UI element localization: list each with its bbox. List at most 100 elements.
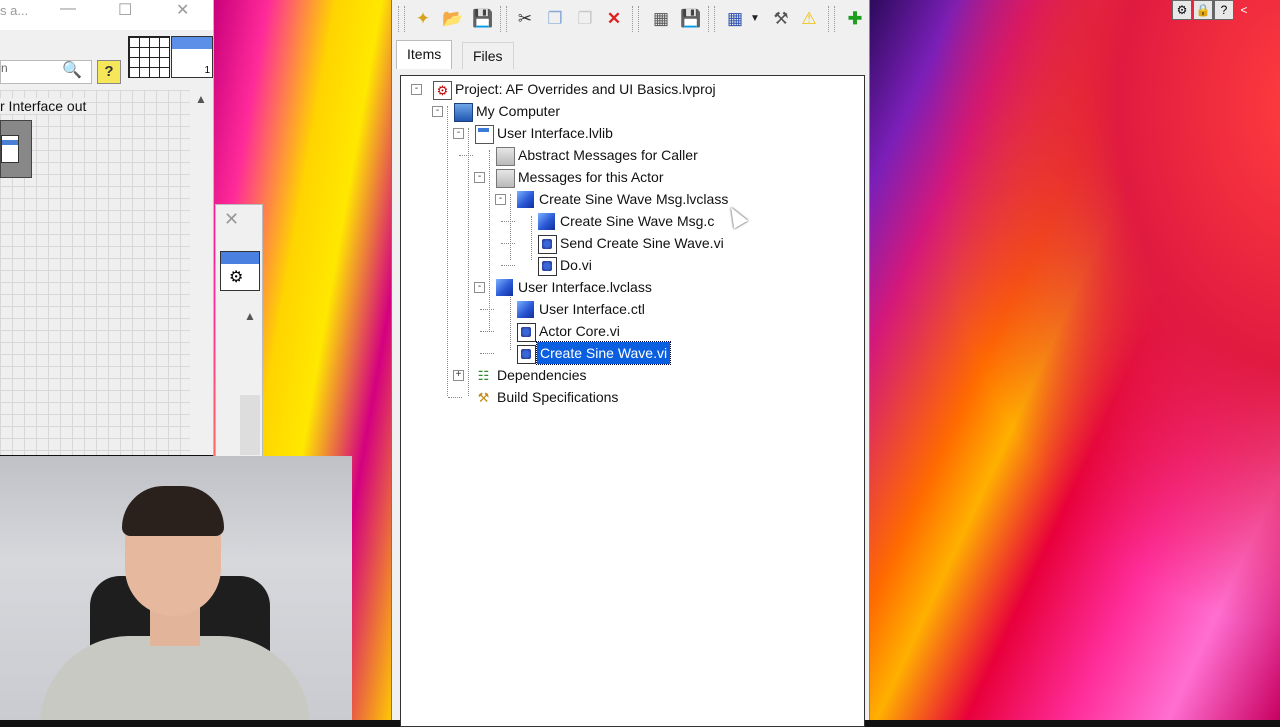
project-explorer-window: ✦ 📂 💾 ✂ ❐ ❐ ✕ ▦ 💾 ▦ ▼ ⚒ ⚠ ✚ Items Files …: [391, 0, 870, 727]
context-help-button[interactable]: ?: [97, 60, 121, 84]
vi-icon: [517, 323, 536, 342]
tools-icon[interactable]: ⚒: [770, 8, 792, 30]
maximize-icon[interactable]: ☐: [118, 0, 132, 20]
toolbar-separator: [398, 6, 405, 32]
toolbar-separator: [828, 6, 835, 32]
build-spec-icon: ⚒: [477, 390, 490, 405]
collapse-icon[interactable]: -: [453, 128, 464, 139]
class-terminal-icon[interactable]: [0, 120, 32, 178]
collapse-icon[interactable]: -: [474, 172, 485, 183]
tree-node-label: Build Specifications: [497, 389, 619, 405]
person-hair: [122, 486, 224, 536]
folder-icon: [496, 147, 515, 166]
vertical-scrollbar[interactable]: ▲: [190, 90, 213, 455]
vi-icon-preview[interactable]: 1: [171, 36, 213, 78]
tree-node-label: Project: AF Overrides and UI Basics.lvpr…: [455, 81, 716, 97]
collapse-icon[interactable]: -: [495, 194, 506, 205]
tree-node-messages-folder[interactable]: - Messages for this Actor: [474, 166, 854, 188]
desktop-wallpaper-right: [868, 0, 1280, 720]
project-icon: ⚙: [433, 81, 452, 100]
window-title: s a...: [0, 3, 29, 18]
help-icon: ?: [104, 63, 114, 80]
tree-connector: [447, 106, 448, 396]
open-icon[interactable]: 📂: [442, 8, 464, 30]
close-icon[interactable]: ✕: [176, 0, 189, 20]
tree-node-label: My Computer: [476, 103, 561, 119]
tree-node-label: Send Create Sine Wave.vi: [560, 235, 724, 251]
tree-node-create-sine-wave[interactable]: Create Sine Wave.vi: [480, 341, 855, 365]
tree-node-lvlib[interactable]: - User Interface.lvlib: [453, 122, 853, 144]
lock-icon[interactable]: 🔒: [1193, 0, 1213, 20]
close-icon[interactable]: ✕: [224, 209, 239, 230]
minimize-icon[interactable]: —: [60, 0, 76, 18]
class-control-icon: [538, 213, 555, 230]
tree-node-label-selected: Create Sine Wave.vi: [535, 341, 672, 365]
add-icon[interactable]: ✚: [844, 8, 866, 30]
toolbar-separator: [500, 6, 507, 32]
tree-node-send-vi[interactable]: Send Create Sine Wave.vi: [501, 232, 856, 254]
project-tree[interactable]: - ⚙ Project: AF Overrides and UI Basics.…: [400, 75, 865, 727]
tree-node-label: Create Sine Wave Msg.lvclass: [539, 191, 729, 207]
tree-node-project[interactable]: - ⚙ Project: AF Overrides and UI Basics.…: [411, 78, 851, 100]
gear-icon: ⚙: [229, 269, 244, 286]
tree-node-label: Do.vi: [560, 257, 592, 273]
build-icon[interactable]: ▦: [650, 8, 672, 30]
computer-icon: [454, 103, 473, 122]
tree-node-label: Create Sine Wave Msg.c: [560, 213, 715, 229]
collapse-icon[interactable]: -: [411, 84, 422, 95]
tree-node-ui-ctl[interactable]: User Interface.ctl: [480, 298, 855, 320]
paste-icon[interactable]: ❐: [574, 8, 596, 30]
vi-icon: [538, 235, 557, 254]
save-all-icon[interactable]: 💾: [472, 8, 494, 30]
tree-node-label: Dependencies: [497, 367, 587, 383]
search-icon[interactable]: 🔍: [62, 60, 82, 80]
tab-files[interactable]: Files: [462, 42, 514, 69]
dependencies-icon: ☷: [477, 368, 490, 383]
class-control-icon: [517, 301, 534, 318]
tree-connector: [468, 128, 469, 396]
cut-icon[interactable]: ✂: [514, 8, 536, 30]
floating-palette: ✕ ⚙ ▲: [215, 204, 263, 457]
chevron-left-icon[interactable]: <: [1235, 1, 1253, 19]
tree-node-abstract-messages[interactable]: Abstract Messages for Caller: [459, 144, 854, 166]
tree-node-actor-core[interactable]: Actor Core.vi: [480, 320, 855, 342]
warning-icon[interactable]: ⚠: [798, 8, 820, 30]
vi-icon: [517, 345, 536, 364]
new-icon[interactable]: ✦: [412, 8, 434, 30]
delete-icon[interactable]: ✕: [603, 8, 625, 30]
collapse-icon[interactable]: -: [432, 106, 443, 117]
chevron-down-icon[interactable]: ▼: [744, 8, 766, 30]
view-icon[interactable]: ▦: [724, 8, 746, 30]
vi-icon[interactable]: ⚙: [220, 251, 260, 291]
deploy-icon[interactable]: 💾: [680, 8, 702, 30]
help-icon[interactable]: ?: [1214, 0, 1234, 20]
class-icon: [496, 279, 513, 296]
toolbar-separator: [632, 6, 639, 32]
tree-node-label: User Interface.ctl: [539, 301, 645, 317]
scroll-up-icon[interactable]: ▲: [244, 309, 256, 323]
tree-node-ui-class[interactable]: - User Interface.lvclass: [474, 276, 854, 298]
vi-connector-pane-icon[interactable]: [128, 36, 170, 78]
webcam-overlay: [0, 456, 352, 720]
expand-icon[interactable]: +: [453, 370, 464, 381]
tab-items[interactable]: Items: [396, 40, 453, 69]
copy-icon[interactable]: ❐: [544, 8, 566, 30]
tree-node-msg-ctl[interactable]: Create Sine Wave Msg.c: [501, 210, 856, 232]
library-icon: [475, 125, 494, 144]
vi-icon: [538, 257, 557, 276]
class-icon: [517, 191, 534, 208]
collapse-icon[interactable]: -: [474, 282, 485, 293]
tree-node-label: Abstract Messages for Caller: [518, 147, 698, 163]
tree-node-msg-class[interactable]: - Create Sine Wave Msg.lvclass: [495, 188, 855, 210]
tree-node-do-vi[interactable]: Do.vi: [501, 254, 856, 276]
icon-banner: [172, 37, 212, 49]
terminal-inner: [1, 135, 19, 163]
tree-node-build-specs[interactable]: ⚒ Build Specifications: [448, 386, 853, 408]
tree-node-label: User Interface.lvlib: [497, 125, 613, 141]
scrollbar-track[interactable]: [240, 395, 260, 455]
tree-node-my-computer[interactable]: - My Computer: [432, 100, 852, 122]
connector-icon[interactable]: ⚙: [1172, 0, 1192, 20]
icon-number: 1: [204, 65, 210, 76]
tree-node-dependencies[interactable]: + ☷ Dependencies: [453, 364, 853, 386]
scroll-up-icon[interactable]: ▲: [195, 92, 207, 106]
